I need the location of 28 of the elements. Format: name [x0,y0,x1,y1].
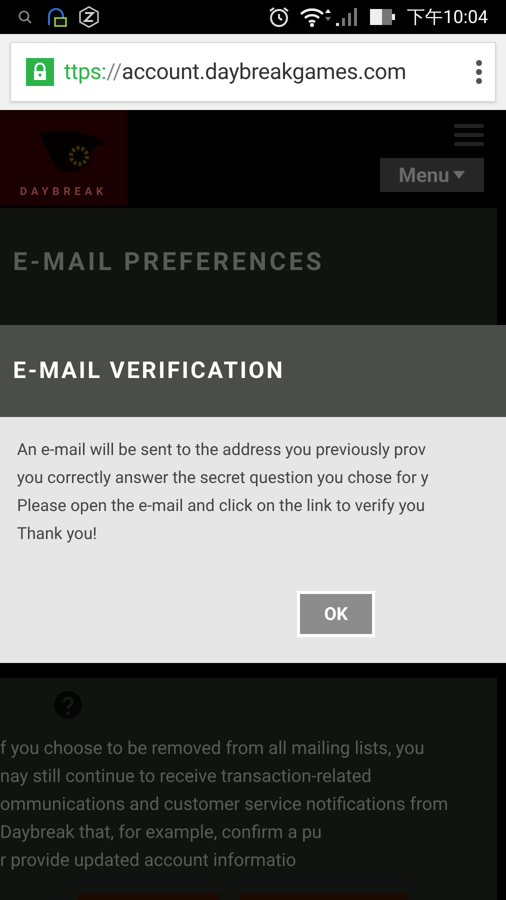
caret-icon [453,171,466,179]
notice-text: ommunications and customer service notifications from [0,793,448,817]
url-text: ttps://account.daybreakgames.com [64,58,406,86]
menu-icon[interactable] [454,122,484,148]
clock-time: 下午10:04 [407,6,488,30]
battery-icon [369,8,398,26]
menu-button[interactable]: Menu [380,158,484,192]
logo-text: DAYBREAK [20,184,108,200]
chat-person-icon [46,5,68,29]
notice-text: f you choose to be removed from all mailing lists, you [0,737,426,761]
notice-text: Daybreak that, for example, confirm a pu [0,821,323,845]
signal-icon [335,6,360,28]
wifi-icon [299,6,332,28]
dialog-message: Please open the e-mail and click on the link to verify you [17,496,426,518]
dialog-message: Thank you! [17,524,98,546]
dialog-message: An e-mail will be sent to the address you previously prov [17,440,427,462]
alarm-icon [267,5,292,29]
dialog-title: E-MAIL VERIFICATION [13,356,285,386]
dialog-message: you correctly answer the secret question you chose for y [17,468,430,490]
notice-text: nay still continue to receive transaction-related [0,765,373,789]
ok-button[interactable]: OK [297,591,375,637]
hexagon-icon [78,5,100,29]
more-icon[interactable] [475,59,483,85]
site-logo[interactable]: DAYBREAK [0,110,127,206]
section-title: E-MAIL PREFERENCES [13,247,326,279]
address-bar[interactable]: ttps://account.daybreakgames.com [10,42,496,102]
notice-text: r provide updated account informatio [0,849,298,873]
search-icon [18,10,32,24]
